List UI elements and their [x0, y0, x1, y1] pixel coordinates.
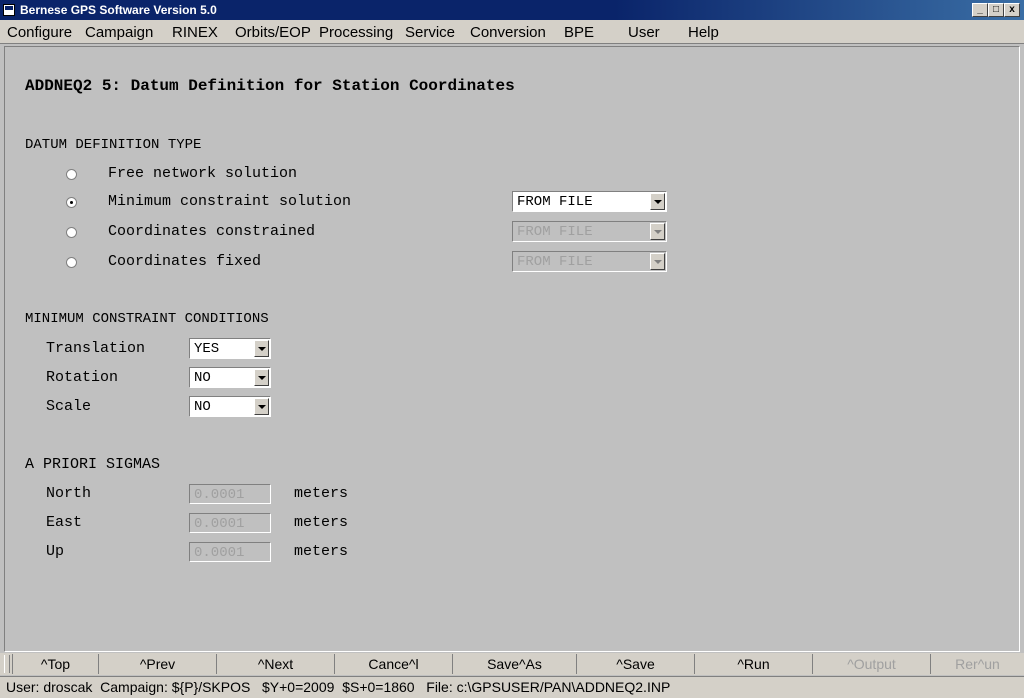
chevron-down-icon: [650, 253, 665, 270]
menu-bar: Configure Campaign RINEX Orbits/EOP Proc…: [0, 20, 1024, 44]
cancel-button[interactable]: Cance^l: [334, 654, 452, 674]
maximize-button[interactable]: □: [988, 3, 1004, 17]
unit-north: meters: [294, 485, 349, 502]
menu-bpe[interactable]: BPE: [564, 24, 594, 41]
label-north: North: [46, 485, 92, 502]
translation-select[interactable]: YES: [189, 338, 271, 359]
label-scale: Scale: [46, 398, 92, 415]
chevron-down-icon[interactable]: [254, 398, 269, 415]
label-rotation: Rotation: [46, 369, 119, 386]
status-text: User: droscak Campaign: ${P}/SKPOS $Y+0=…: [6, 679, 671, 695]
select-value: FROM FILE: [517, 254, 593, 270]
status-bar: User: droscak Campaign: ${P}/SKPOS $Y+0=…: [0, 676, 1024, 698]
coordinates-constrained-file-select: FROM FILE: [512, 221, 667, 242]
unit-east: meters: [294, 514, 349, 531]
menu-campaign[interactable]: Campaign: [85, 24, 153, 41]
output-button: ^Output: [812, 654, 930, 674]
mc-section-title: MINIMUM CONSTRAINT CONDITIONS: [25, 311, 269, 327]
prev-button[interactable]: ^Prev: [98, 654, 216, 674]
save-button[interactable]: ^Save: [576, 654, 694, 674]
radio-minimum-constraint[interactable]: [66, 197, 77, 208]
radio-coordinates-fixed[interactable]: [66, 257, 77, 268]
north-sigma-field: 0.0001: [189, 484, 271, 504]
minimum-constraint-file-select[interactable]: FROM FILE: [512, 191, 667, 212]
label-translation: Translation: [46, 340, 146, 357]
menu-configure[interactable]: Configure: [7, 24, 72, 41]
radio-coordinates-constrained[interactable]: [66, 227, 77, 238]
app-icon: [3, 4, 15, 16]
coordinates-fixed-file-select: FROM FILE: [512, 251, 667, 272]
label-east: East: [46, 514, 83, 531]
menu-service[interactable]: Service: [405, 24, 455, 41]
select-value: NO: [194, 370, 211, 386]
menu-processing[interactable]: Processing: [319, 24, 393, 41]
label-free-network: Free network solution: [108, 165, 298, 182]
chevron-down-icon[interactable]: [254, 340, 269, 357]
minimize-button[interactable]: _: [972, 3, 988, 17]
up-sigma-field: 0.0001: [189, 542, 271, 562]
field-value: 0.0001: [194, 487, 245, 503]
panel-heading: ADDNEQ2 5: Datum Definition for Station …: [25, 77, 515, 95]
menu-user[interactable]: User: [628, 24, 660, 41]
east-sigma-field: 0.0001: [189, 513, 271, 533]
rotation-select[interactable]: NO: [189, 367, 271, 388]
top-button[interactable]: ^Top: [12, 654, 98, 674]
select-value: YES: [194, 341, 220, 357]
radio-free-network[interactable]: [66, 169, 77, 180]
field-value: 0.0001: [194, 545, 245, 561]
sigma-section-title: A PRIORI SIGMAS: [25, 456, 161, 473]
select-value: FROM FILE: [517, 194, 593, 210]
datum-section-title: DATUM DEFINITION TYPE: [25, 137, 202, 153]
field-value: 0.0001: [194, 516, 245, 532]
run-button[interactable]: ^Run: [694, 654, 812, 674]
select-value: FROM FILE: [517, 224, 593, 240]
form-panel: ADDNEQ2 5: Datum Definition for Station …: [4, 46, 1020, 652]
label-up: Up: [46, 543, 65, 560]
toolbar-grip: [4, 655, 10, 673]
label-minimum-constraint: Minimum constraint solution: [108, 193, 352, 210]
save-as-button[interactable]: Save^As: [452, 654, 576, 674]
menu-orbits-eop[interactable]: Orbits/EOP: [235, 24, 311, 41]
next-button[interactable]: ^Next: [216, 654, 334, 674]
menu-help[interactable]: Help: [688, 24, 719, 41]
scale-select[interactable]: NO: [189, 396, 271, 417]
select-value: NO: [194, 399, 211, 415]
window-title: Bernese GPS Software Version 5.0: [20, 3, 217, 17]
chevron-down-icon[interactable]: [254, 369, 269, 386]
menu-conversion[interactable]: Conversion: [470, 24, 546, 41]
title-bar: Bernese GPS Software Version 5.0 _ □ x: [0, 0, 1024, 20]
label-coordinates-fixed: Coordinates fixed: [108, 253, 262, 270]
button-bar: ^Top ^Prev ^Next Cance^l Save^As ^Save ^…: [0, 653, 1024, 675]
chevron-down-icon: [650, 223, 665, 240]
unit-up: meters: [294, 543, 349, 560]
chevron-down-icon[interactable]: [650, 193, 665, 210]
menu-rinex[interactable]: RINEX: [172, 24, 218, 41]
rerun-button: Rer^un: [930, 654, 1024, 674]
label-coordinates-constrained: Coordinates constrained: [108, 223, 316, 240]
close-button[interactable]: x: [1004, 3, 1020, 17]
